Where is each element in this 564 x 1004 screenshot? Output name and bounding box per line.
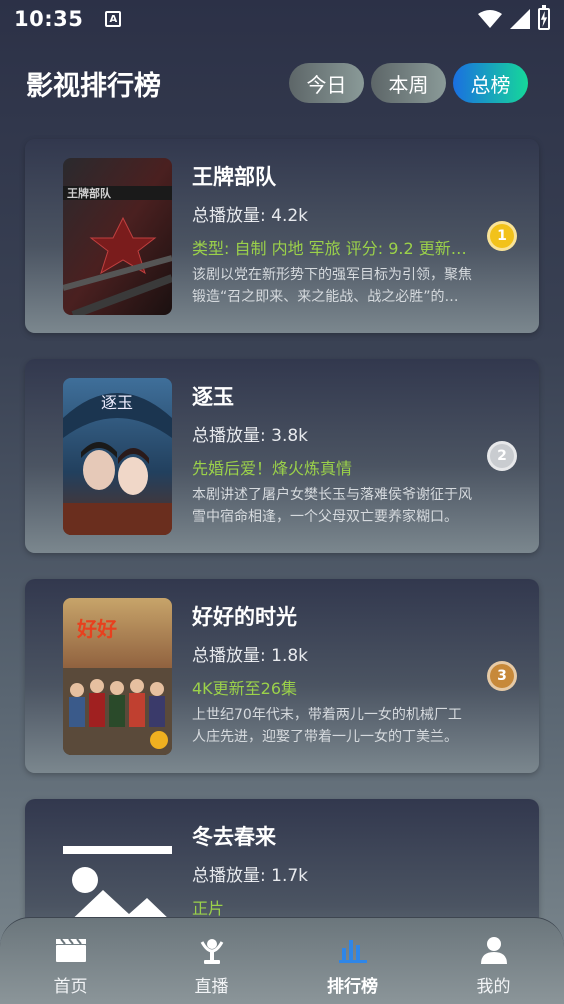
tab-week[interactable]: 本周: [371, 63, 446, 103]
rank-badge: 1: [487, 221, 517, 251]
ranking-card[interactable]: 逐玉 逐玉 总播放量: 3.8k 先婚后爱！烽火炼真情 本剧讲述了屠户女樊长玉与…: [25, 359, 539, 553]
svg-text:王牌部队: 王牌部队: [67, 186, 112, 200]
nav-profile[interactable]: 我的: [423, 918, 564, 1004]
item-title: 王牌部队: [192, 165, 276, 189]
play-count: 总播放量: 1.8k: [192, 646, 309, 666]
status-time: 10:35: [14, 7, 84, 31]
card-info: 逐玉 总播放量: 3.8k 先婚后爱！烽火炼真情 本剧讲述了屠户女樊长玉与落难侯…: [192, 383, 472, 528]
broadcast-icon: [194, 932, 230, 968]
play-count: 总播放量: 1.7k: [192, 866, 309, 886]
nav-home[interactable]: 首页: [0, 918, 141, 1004]
nav-label: 直播: [194, 977, 229, 997]
ranking-card[interactable]: 王牌部队 王牌部队 总播放量: 4.2k 类型: 自制 内地 军旅 评分: 9.…: [25, 139, 539, 333]
status-bar: 10:35 A: [0, 0, 564, 38]
item-tagline: 先婚后爱！烽火炼真情: [192, 459, 353, 478]
nav-ranking[interactable]: 排行榜: [282, 918, 423, 1004]
card-info: 好好的时光 总播放量: 1.8k 4K更新至26集 上世纪70年代末，带着两儿一…: [192, 603, 472, 748]
item-tagline: 4K更新至26集: [192, 679, 298, 698]
svg-text:好好: 好好: [76, 617, 117, 641]
svg-text:逐玉: 逐玉: [101, 393, 133, 412]
nav-label: 排行榜: [327, 977, 378, 997]
ranking-card[interactable]: 好好 好好的时光 总播放量: 1.8k 4K更新至26集 上世纪70年代末，带着…: [25, 579, 539, 773]
tab-all-time[interactable]: 总榜: [453, 63, 528, 103]
bottom-navigation: 首页 直播 排行榜 我的: [0, 917, 564, 1004]
tab-today[interactable]: 今日: [289, 63, 364, 103]
battery-icon: [538, 5, 550, 30]
header: 影视排行榜 今日 本周 总榜: [26, 60, 528, 106]
item-tagline: 类型: 自制 内地 军旅 评分: 9.2 更新至40集: [192, 239, 472, 258]
play-count: 总播放量: 3.8k: [192, 426, 309, 446]
card-info: 冬去春来 总播放量: 1.7k 正片: [192, 823, 472, 920]
ranking-list: 王牌部队 王牌部队 总播放量: 4.2k 类型: 自制 内地 军旅 评分: 9.…: [25, 139, 539, 1004]
page-title: 影视排行榜: [26, 70, 161, 102]
item-title: 冬去春来: [192, 825, 276, 849]
notification-a-icon: A: [105, 11, 122, 27]
rank-badge: 2: [487, 441, 517, 471]
status-icons: [478, 5, 550, 30]
poster-image[interactable]: 逐玉: [63, 378, 172, 535]
play-count: 总播放量: 4.2k: [192, 206, 309, 226]
ranking-tabs: 今日 本周 总榜: [289, 63, 528, 103]
nav-live[interactable]: 直播: [141, 918, 282, 1004]
poster-image[interactable]: 好好: [63, 598, 172, 755]
signal-icon: [510, 9, 530, 29]
card-info: 王牌部队 总播放量: 4.2k 类型: 自制 内地 军旅 评分: 9.2 更新至…: [192, 163, 472, 308]
item-description: 该剧以党在新形势下的强军目标为引领，聚焦锻造“召之即来、来之能战、战之必胜”的王…: [192, 267, 472, 305]
rank-badge: 3: [487, 661, 517, 691]
nav-label: 我的: [476, 977, 511, 997]
clapperboard-icon: [53, 932, 89, 968]
item-description: 本剧讲述了屠户女樊长玉与落难侯爷谢征于风雪中宿命相逢，一个父母双亡要养家糊口。: [192, 487, 472, 525]
poster-image[interactable]: 王牌部队: [63, 158, 172, 315]
person-icon: [476, 932, 512, 968]
item-description: 上世纪70年代末，带着两儿一女的机械厂工人庄先进，迎娶了带着一儿一女的丁美兰。: [192, 707, 462, 745]
item-title: 逐玉: [192, 385, 234, 409]
wifi-icon: [478, 10, 502, 28]
bar-chart-icon: [335, 932, 371, 968]
item-title: 好好的时光: [192, 605, 297, 629]
nav-label: 首页: [53, 977, 88, 997]
